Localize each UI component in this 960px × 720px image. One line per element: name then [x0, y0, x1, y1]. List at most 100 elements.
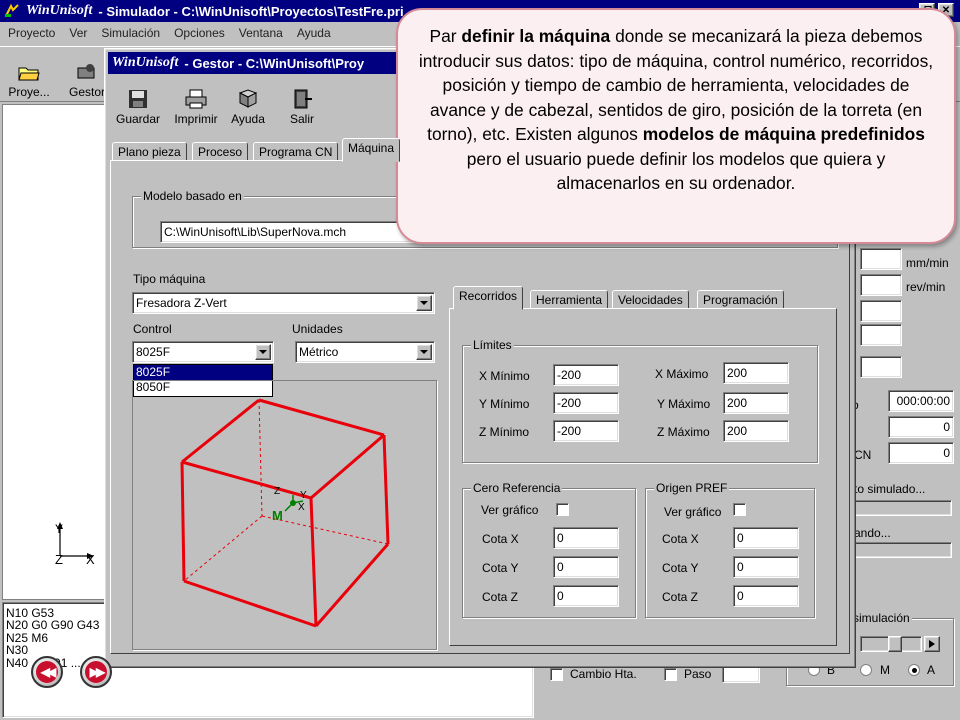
tipo-maquina-select[interactable]: Fresadora Z-Vert [132, 292, 435, 314]
field-3[interactable] [860, 300, 902, 322]
control-label: Control [133, 322, 172, 336]
radio-m[interactable] [860, 664, 872, 676]
z-max-label: Z Máximo [657, 425, 710, 439]
simulated-bar [854, 500, 952, 516]
cero-ver-grafico-label: Ver gráfico [481, 503, 539, 517]
axis-z-label: Z [55, 552, 63, 567]
control-option-8025f[interactable]: 8025F [134, 365, 272, 380]
z-max-field[interactable]: 200 [723, 420, 789, 442]
radio-a[interactable] [908, 664, 920, 676]
menu-opciones[interactable]: Opciones [174, 26, 225, 40]
preview-axis-z: Z [274, 486, 281, 497]
slider-thumb[interactable] [888, 636, 902, 652]
origen-cota-x-field[interactable]: 0 [733, 527, 799, 549]
project-button[interactable]: Proye... [4, 51, 54, 99]
tipo-maquina-label: Tipo máquina [133, 272, 206, 286]
chevron-down-icon[interactable] [416, 295, 432, 311]
field-4[interactable] [860, 324, 902, 346]
tab-herramienta[interactable]: Herramienta [530, 290, 609, 310]
menu-ventana[interactable]: Ventana [239, 26, 283, 40]
tab-velocidades[interactable]: Velocidades [612, 290, 689, 310]
z-min-field[interactable]: -200 [553, 420, 619, 442]
menu-ver[interactable]: Ver [69, 26, 87, 40]
origen-cota-z-label: Cota Z [662, 590, 699, 604]
previous-slide-button[interactable]: ◀◀ [31, 656, 63, 688]
menu-simulacion[interactable]: Simulación [101, 26, 160, 40]
cero-ver-grafico-checkbox[interactable] [556, 503, 569, 516]
project-label: Proye... [8, 85, 50, 99]
chevron-down-icon[interactable] [255, 344, 271, 360]
tipo-maquina-value: Fresadora Z-Vert [136, 296, 227, 310]
cero-cota-y-field[interactable]: 0 [553, 556, 619, 578]
cn-label: CN [854, 448, 872, 462]
folder-open-icon [18, 62, 40, 82]
ayuda-label: Ayuda [231, 112, 265, 126]
paso-checkbox[interactable] [664, 668, 677, 681]
chevron-down-icon[interactable] [416, 344, 432, 360]
cambio-checkbox[interactable] [550, 668, 563, 681]
cero-cota-x-field[interactable]: 0 [553, 527, 619, 549]
unidades-select[interactable]: Métrico [295, 341, 435, 363]
cero-cota-y-label: Cota Y [482, 561, 519, 575]
speed-field[interactable] [860, 274, 902, 296]
tab-plano-pieza[interactable]: Plano pieza [112, 142, 187, 162]
x-max-label: X Máximo [655, 367, 709, 381]
origen-cota-x-label: Cota X [662, 532, 699, 546]
guardar-label: Guardar [115, 112, 161, 126]
x-min-field[interactable]: -200 [553, 364, 619, 386]
gestor-title: - Gestor - C:\WinUnisoft\Proy [184, 55, 365, 71]
next-slide-button[interactable]: ▶▶ [80, 656, 112, 688]
preview-axis-y: Y [300, 490, 307, 501]
feed-field[interactable] [860, 248, 902, 270]
time-field[interactable]: 000:00:00 [888, 390, 954, 412]
menu-ayuda[interactable]: Ayuda [297, 26, 331, 40]
feed-unit: mm/min [906, 256, 949, 270]
help-book-icon [237, 89, 259, 109]
cero-cota-z-field[interactable]: 0 [553, 585, 619, 607]
y-max-field[interactable]: 200 [723, 392, 789, 414]
callout-text-1: Par [429, 26, 462, 46]
x-max-field[interactable]: 200 [723, 362, 789, 384]
count2-field[interactable]: 0 [888, 442, 954, 464]
preview-axis-x: X [298, 502, 305, 513]
salir-button[interactable]: Salir [282, 80, 322, 126]
imprimir-label: Imprimir [174, 112, 218, 126]
tab-programacion[interactable]: Programación [697, 290, 784, 310]
speed-unit: rev/min [906, 280, 946, 294]
origen-ver-grafico-label: Ver gráfico [664, 505, 722, 519]
field-5[interactable] [860, 356, 902, 378]
machine-cube-drawing [180, 398, 390, 628]
menu-proyecto[interactable]: Proyecto [8, 26, 55, 40]
tab-proceso[interactable]: Proceso [192, 142, 249, 162]
count1-field[interactable]: 0 [888, 416, 954, 438]
app-logo-icon [4, 3, 20, 18]
main-brand: WinUnisoft [26, 3, 93, 18]
y-max-label: Y Máximo [657, 397, 711, 411]
main-title: - Simulador - C:\WinUnisoft\Proyectos\Te… [98, 3, 404, 19]
limites-legend: Límites [471, 338, 514, 352]
unidades-label: Unidades [292, 322, 343, 336]
control-select[interactable]: 8025F [132, 341, 274, 363]
control-value: 8025F [136, 345, 171, 359]
y-min-field[interactable]: -200 [553, 392, 619, 414]
exit-door-icon [291, 89, 313, 109]
preview-machine-marker: M [272, 508, 283, 523]
tab-maquina[interactable]: Máquina [342, 138, 401, 162]
origen-cota-y-field[interactable]: 0 [733, 556, 799, 578]
ayuda-button[interactable]: Ayuda [226, 80, 270, 126]
salir-label: Salir [289, 112, 314, 126]
axis-y-label: Y [55, 522, 64, 536]
guardar-button[interactable]: Guardar [112, 80, 164, 126]
rewind-icon: ◀◀ [36, 661, 58, 683]
origen-cota-z-field[interactable]: 0 [733, 585, 799, 607]
callout-bold-2: modelos de máquina predefinidos [642, 124, 925, 144]
slider-right-arrow[interactable] [924, 636, 940, 652]
tab-recorridos[interactable]: Recorridos [453, 286, 524, 310]
imprimir-button[interactable]: Imprimir [168, 80, 224, 126]
info-callout: Par definir la máquina donde se mecaniza… [396, 8, 956, 244]
cambio-label: Cambio Hta. [570, 667, 637, 681]
tab-programa-cn[interactable]: Programa CN [253, 142, 339, 162]
origen-ver-grafico-checkbox[interactable] [733, 503, 746, 516]
modelo-legend: Modelo basado en [141, 189, 244, 203]
fast-forward-icon: ▶▶ [85, 661, 107, 683]
